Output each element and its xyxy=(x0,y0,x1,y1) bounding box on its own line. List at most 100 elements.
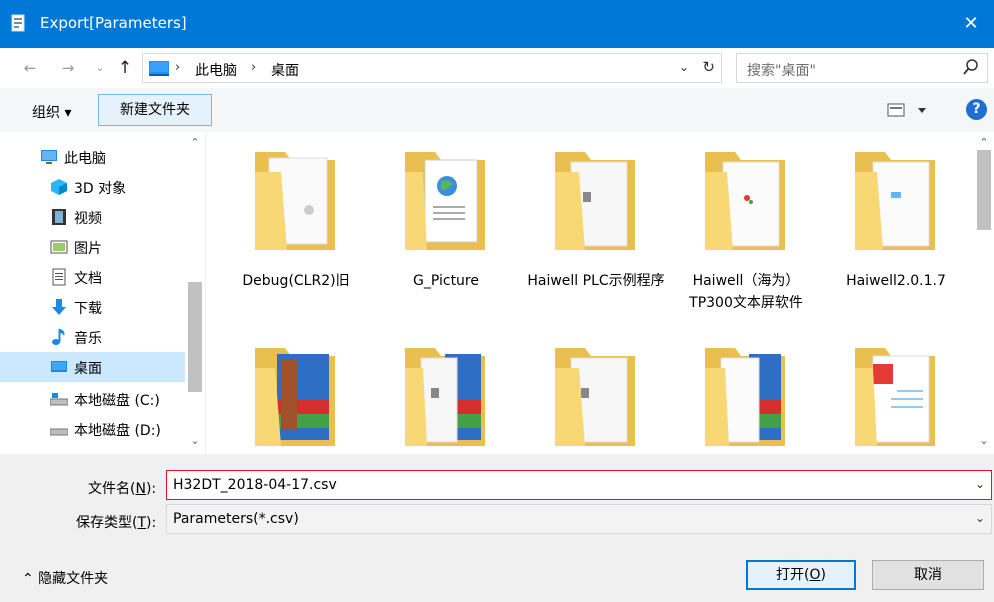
file-item-haiwell-plc[interactable]: Haiwell PLC示例程序 xyxy=(521,144,671,314)
sidebar-item-documents[interactable]: 文档 xyxy=(0,262,185,292)
sidebar-item-desktop[interactable]: 桌面 xyxy=(0,352,185,382)
title-bar: Export[Parameters] ✕ xyxy=(0,0,994,48)
folder-icon xyxy=(705,152,785,250)
filetype-label: 保存类型(T): xyxy=(76,515,157,531)
open-button[interactable]: 打开(O) xyxy=(746,560,856,590)
computer-icon xyxy=(41,150,57,164)
forward-arrow-icon[interactable]: → xyxy=(58,58,78,78)
content-scrollbar[interactable]: ⌃ ⌄ xyxy=(974,132,994,454)
navigation-bar: ← → ⌄ ↑ › 此电脑 › 桌面 ⌄ ↻ 搜索"桌面" xyxy=(0,48,994,88)
chevron-down-icon[interactable]: ⌄ xyxy=(975,511,985,525)
music-icon xyxy=(52,329,65,345)
view-options-icon[interactable] xyxy=(886,102,928,118)
sidebar-item-label: 下载 xyxy=(74,301,102,317)
folder-icon xyxy=(255,152,335,250)
file-item-folder-10[interactable] xyxy=(821,340,971,454)
file-item-folder-8[interactable] xyxy=(521,340,671,454)
search-placeholder: 搜索"桌面" xyxy=(747,63,816,79)
filetype-value: Parameters(*.csv) xyxy=(173,511,299,527)
breadcrumb-separator: › xyxy=(175,60,181,75)
help-icon[interactable]: ? xyxy=(966,99,987,120)
organize-menu[interactable]: 组织 ▾ xyxy=(32,102,71,122)
folder-icon xyxy=(405,152,485,250)
sidebar-item-label: 3D 对象 xyxy=(74,181,127,197)
file-item-folder-7[interactable] xyxy=(371,340,521,454)
sidebar-item-label: 图片 xyxy=(74,241,102,257)
file-item-g-picture[interactable]: G_Picture xyxy=(371,144,521,314)
sidebar-item-drive-c[interactable]: 本地磁盘 (C:) xyxy=(0,384,185,414)
refresh-icon[interactable]: ↻ xyxy=(702,58,715,76)
file-item-haiwell-2017[interactable]: Haiwell2.0.1.7 xyxy=(821,144,971,314)
hide-folders-toggle[interactable]: ⌃ 隐藏文件夹 xyxy=(22,568,108,588)
scroll-up-icon[interactable]: ⌃ xyxy=(185,136,205,149)
file-name: Debug(CLR2)旧 xyxy=(242,273,350,289)
file-item-haiwell-tp300[interactable]: Haiwell（海为）TP300文本屏软件 xyxy=(671,144,821,334)
picture-icon xyxy=(50,240,68,254)
scroll-down-icon[interactable]: ⌄ xyxy=(185,434,205,447)
file-name: G_Picture xyxy=(413,273,479,289)
breadcrumb-this-pc[interactable]: 此电脑 xyxy=(195,60,237,80)
filename-label: 文件名(N): xyxy=(88,481,157,497)
video-icon xyxy=(52,209,66,225)
search-box[interactable]: 搜索"桌面" xyxy=(736,53,988,83)
sidebar-scrollbar[interactable]: ⌃ ⌄ xyxy=(185,132,205,454)
folder-icon xyxy=(855,152,935,250)
sidebar-item-label: 此电脑 xyxy=(64,151,106,167)
download-icon xyxy=(52,299,66,315)
desktop-icon xyxy=(149,61,169,76)
filename-input[interactable]: H32DT_2018-04-17.csv ⌄ xyxy=(166,470,992,500)
sidebar-item-label: 桌面 xyxy=(74,361,102,377)
cancel-button[interactable]: 取消 xyxy=(872,560,984,590)
document-icon xyxy=(52,268,66,286)
search-icon[interactable] xyxy=(963,58,979,76)
sidebar-item-videos[interactable]: 视频 xyxy=(0,202,185,232)
sidebar-item-downloads[interactable]: 下载 xyxy=(0,292,185,322)
sidebar-item-label: 本地磁盘 (C:) xyxy=(74,393,160,409)
sidebar-item-this-pc[interactable]: 此电脑 xyxy=(0,142,185,172)
drive-c-icon xyxy=(50,393,68,406)
desktop-icon xyxy=(51,361,67,372)
command-bar: 组织 ▾ 新建文件夹 ? xyxy=(0,88,994,132)
folder-icon xyxy=(555,152,635,250)
folder-archive-icon xyxy=(255,348,335,446)
sidebar-item-label: 音乐 xyxy=(74,331,102,347)
content-scroll-thumb[interactable] xyxy=(977,150,991,230)
breadcrumb-desktop[interactable]: 桌面 xyxy=(271,60,299,80)
sidebar-item-label: 本地磁盘 (D:) xyxy=(74,423,161,439)
recent-locations-icon[interactable]: ⌄ xyxy=(90,58,110,78)
navigation-pane: 此电脑 3D 对象 视频 图片 文档 下载 音乐 桌面 本地磁盘 (C:) 本地… xyxy=(0,132,205,454)
file-item-debug-clr2[interactable]: Debug(CLR2)旧 xyxy=(221,144,371,314)
file-list-view: Debug(CLR2)旧 G_Picture Haiwell PLC示例程序 H… xyxy=(206,132,994,454)
address-dropdown-icon[interactable]: ⌄ xyxy=(679,60,689,74)
file-name: Haiwell2.0.1.7 xyxy=(846,273,946,289)
sidebar-item-music[interactable]: 音乐 xyxy=(0,322,185,352)
filetype-select[interactable]: Parameters(*.csv) ⌄ xyxy=(166,504,992,534)
up-arrow-icon[interactable]: ↑ xyxy=(115,58,135,78)
folder-icon xyxy=(555,348,635,446)
back-arrow-icon[interactable]: ← xyxy=(20,58,40,78)
scroll-down-icon[interactable]: ⌄ xyxy=(974,434,994,447)
breadcrumb-separator: › xyxy=(251,60,257,75)
filename-value: H32DT_2018-04-17.csv xyxy=(173,477,337,493)
close-icon[interactable]: ✕ xyxy=(948,0,994,48)
folder-archive-icon xyxy=(405,348,485,446)
sidebar-scroll-thumb[interactable] xyxy=(188,282,202,392)
chevron-down-icon[interactable]: ⌄ xyxy=(975,477,985,491)
sidebar-item-label: 视频 xyxy=(74,211,102,227)
cube-3d-icon xyxy=(51,179,67,195)
address-bar[interactable]: › 此电脑 › 桌面 ⌄ ↻ xyxy=(142,53,722,83)
sidebar-item-3d-objects[interactable]: 3D 对象 xyxy=(0,172,185,202)
new-folder-button[interactable]: 新建文件夹 xyxy=(98,94,212,126)
window-title: Export[Parameters] xyxy=(40,14,187,32)
sidebar-item-pictures[interactable]: 图片 xyxy=(0,232,185,262)
sidebar-item-label: 文档 xyxy=(74,271,102,287)
file-item-folder-9[interactable] xyxy=(671,340,821,454)
scroll-up-icon[interactable]: ⌃ xyxy=(974,136,994,149)
app-icon xyxy=(11,14,25,32)
sidebar-item-drive-d[interactable]: 本地磁盘 (D:) xyxy=(0,414,185,444)
file-item-folder-6[interactable] xyxy=(221,340,371,454)
folder-pdf-icon xyxy=(855,348,935,446)
save-form: 文件名(N): H32DT_2018-04-17.csv ⌄ 保存类型(T): … xyxy=(0,454,994,602)
file-name: Haiwell（海为）TP300文本屏软件 xyxy=(689,273,803,311)
folder-archive-icon xyxy=(705,348,785,446)
